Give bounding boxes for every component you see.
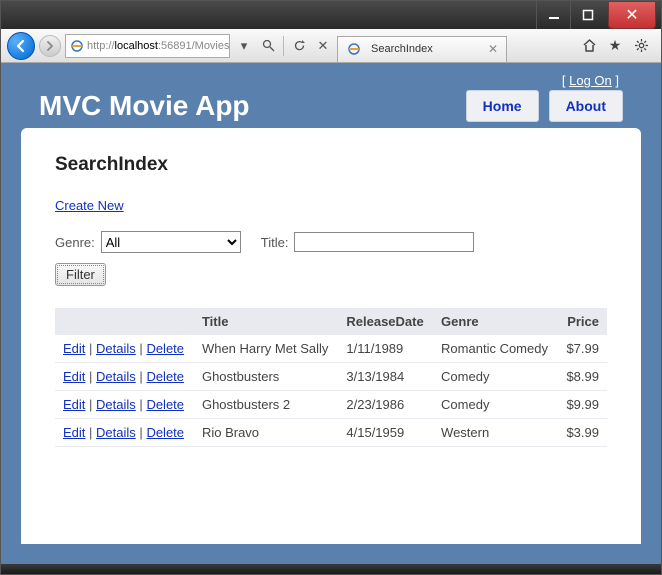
delete-link[interactable]: Delete <box>146 425 184 440</box>
app-title: MVC Movie App <box>39 90 250 122</box>
content-card: SearchIndex Create New Genre: All Title:… <box>21 128 641 544</box>
tab-title: SearchIndex <box>371 43 433 55</box>
col-price: Price <box>558 308 607 335</box>
delete-link[interactable]: Delete <box>146 369 184 384</box>
nav-forward-button[interactable] <box>39 35 61 57</box>
page-viewport: [ Log On ] MVC Movie App Home About Sear… <box>1 63 661 564</box>
create-new-link[interactable]: Create New <box>55 198 124 213</box>
col-release: ReleaseDate <box>338 308 433 335</box>
edit-link[interactable]: Edit <box>63 341 85 356</box>
cell-title: Rio Bravo <box>194 419 338 447</box>
details-link[interactable]: Details <box>96 341 136 356</box>
dropdown-icon[interactable]: ▾ <box>234 36 254 56</box>
tools-icon[interactable] <box>631 36 651 56</box>
favorites-icon[interactable]: ★ <box>605 36 625 56</box>
cell-genre: Romantic Comedy <box>433 335 558 363</box>
browser-toolbar: http://localhost:56891/Movies/Se ▾ ✕ Sea… <box>1 29 661 63</box>
nav-about[interactable]: About <box>549 90 623 122</box>
cell-price: $8.99 <box>558 363 607 391</box>
col-title: Title <box>194 308 338 335</box>
url-prefix: http:// <box>87 40 115 52</box>
nav-home[interactable]: Home <box>466 90 539 122</box>
minimize-button[interactable] <box>536 1 570 29</box>
cell-price: $9.99 <box>558 391 607 419</box>
page-heading: SearchIndex <box>55 154 607 176</box>
cell-release: 3/13/1984 <box>338 363 433 391</box>
home-icon[interactable] <box>579 36 599 56</box>
col-genre: Genre <box>433 308 558 335</box>
ie-logo-icon <box>70 38 84 54</box>
edit-link[interactable]: Edit <box>63 397 85 412</box>
toolbar-divider <box>283 36 284 56</box>
filter-row: Genre: All Title: <box>55 231 607 253</box>
edit-link[interactable]: Edit <box>63 425 85 440</box>
cell-release: 2/23/1986 <box>338 391 433 419</box>
cell-genre: Comedy <box>433 391 558 419</box>
cell-release: 4/15/1959 <box>338 419 433 447</box>
cell-price: $3.99 <box>558 419 607 447</box>
logon-link[interactable]: Log On <box>569 73 612 88</box>
cell-title: Ghostbusters <box>194 363 338 391</box>
genre-select[interactable]: All <box>101 231 241 253</box>
col-actions <box>55 308 194 335</box>
address-bar[interactable]: http://localhost:56891/Movies/Se <box>65 34 230 58</box>
browser-tab[interactable]: SearchIndex ✕ <box>337 36 507 62</box>
window-controls: ✕ <box>536 1 661 29</box>
top-links: [ Log On ] <box>5 67 657 90</box>
stop-icon[interactable]: ✕ <box>313 36 333 56</box>
window-titlebar: ✕ <box>1 1 661 29</box>
details-link[interactable]: Details <box>96 369 136 384</box>
close-button[interactable]: ✕ <box>608 1 656 29</box>
url-rest: :56891/Movies/Se <box>158 40 230 52</box>
cell-title: Ghostbusters 2 <box>194 391 338 419</box>
refresh-icon[interactable] <box>289 36 309 56</box>
edit-link[interactable]: Edit <box>63 369 85 384</box>
title-input[interactable] <box>294 232 474 252</box>
tab-favicon-icon <box>346 41 362 57</box>
table-row: Edit | Details | DeleteGhostbusters3/13/… <box>55 363 607 391</box>
cell-genre: Western <box>433 419 558 447</box>
delete-link[interactable]: Delete <box>146 397 184 412</box>
cell-genre: Comedy <box>433 363 558 391</box>
window-footer <box>1 564 661 574</box>
maximize-button[interactable] <box>570 1 604 29</box>
url-host: localhost <box>115 40 158 52</box>
title-label: Title: <box>261 235 289 250</box>
cell-title: When Harry Met Sally <box>194 335 338 363</box>
tab-close-icon[interactable]: ✕ <box>488 42 498 56</box>
delete-link[interactable]: Delete <box>146 341 184 356</box>
browser-window: ✕ http://localhost:56891/Movies/Se ▾ ✕ S… <box>0 0 662 575</box>
search-icon[interactable] <box>258 36 278 56</box>
cell-release: 1/11/1989 <box>338 335 433 363</box>
filter-button[interactable]: Filter <box>55 263 106 286</box>
table-row: Edit | Details | DeleteRio Bravo4/15/195… <box>55 419 607 447</box>
movies-table: Title ReleaseDate Genre Price Edit | Det… <box>55 308 607 447</box>
cell-price: $7.99 <box>558 335 607 363</box>
genre-label: Genre: <box>55 235 95 250</box>
table-row: Edit | Details | DeleteWhen Harry Met Sa… <box>55 335 607 363</box>
table-row: Edit | Details | DeleteGhostbusters 22/2… <box>55 391 607 419</box>
details-link[interactable]: Details <box>96 425 136 440</box>
details-link[interactable]: Details <box>96 397 136 412</box>
nav-back-button[interactable] <box>7 32 35 60</box>
